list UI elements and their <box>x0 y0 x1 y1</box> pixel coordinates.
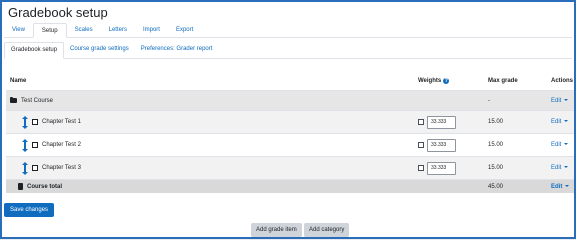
tab-scales[interactable]: Scales <box>67 23 101 38</box>
item-edit-menu[interactable]: Edit <box>551 142 561 148</box>
item-edit-menu[interactable]: Edit <box>551 119 561 125</box>
gradebook-table: Name Weights ? Max grade Actions Test Co… <box>6 72 574 193</box>
item-actions: Edit <box>551 157 569 179</box>
page-title: Gradebook setup <box>8 5 108 20</box>
tab-export[interactable]: Export <box>168 23 201 38</box>
table-row: Chapter Test 1 15.00 Edit <box>6 110 574 133</box>
header-actions: Actions <box>551 78 574 84</box>
chevron-down-icon[interactable] <box>564 166 569 168</box>
tab-letters[interactable]: Letters <box>101 23 135 38</box>
item-name-cell: Chapter Test 2 <box>10 134 81 156</box>
category-name: Test Course <box>21 97 54 104</box>
category-edit-menu[interactable]: Edit <box>551 98 561 104</box>
chevron-down-icon[interactable] <box>564 143 569 145</box>
chevron-down-icon[interactable] <box>565 184 570 187</box>
weight-override-checkbox[interactable] <box>418 119 424 125</box>
category-name-cell: Test Course <box>10 91 53 110</box>
total-actions: Edit <box>551 180 570 193</box>
category-row: Test Course - Edit <box>6 90 574 110</box>
weight-override-checkbox[interactable] <box>418 142 424 148</box>
header-weights: Weights ? <box>418 72 450 90</box>
item-max-grade: 15.00 <box>488 142 504 148</box>
item-name: Chapter Test 2 <box>42 142 81 148</box>
move-icon[interactable] <box>22 115 28 129</box>
total-max-grade: 45.00 <box>488 183 504 190</box>
item-weight-cell <box>418 134 456 156</box>
item-weight-cell <box>418 111 456 133</box>
grade-item-icon <box>32 165 38 171</box>
item-max-grade: 15.00 <box>488 165 504 171</box>
weight-override-checkbox[interactable] <box>418 165 424 171</box>
subtab-course-grade-settings[interactable]: Course grade settings <box>64 42 135 59</box>
total-name: Course total <box>27 183 63 190</box>
add-grade-item-button[interactable]: Add grade item <box>251 223 302 237</box>
tab-import[interactable]: Import <box>135 23 168 38</box>
header-max-grade: Max grade <box>488 78 518 84</box>
grade-item-icon <box>32 119 38 125</box>
subtab-preferences-grader-report[interactable]: Preferences: Grader report <box>135 42 219 59</box>
grade-item-icon <box>32 142 38 148</box>
item-actions: Edit <box>551 111 569 133</box>
app-frame: Gradebook setup View Setup Scales Letter… <box>0 0 576 239</box>
item-weight-cell <box>418 157 456 179</box>
item-edit-menu[interactable]: Edit <box>551 165 561 171</box>
calculator-icon <box>18 183 23 190</box>
item-name-cell: Chapter Test 1 <box>10 111 81 133</box>
primary-tabs: View Setup Scales Letters Import Export <box>4 23 572 38</box>
item-name-cell: Chapter Test 3 <box>10 157 81 179</box>
category-max-grade: - <box>488 97 490 104</box>
folder-icon <box>10 97 17 103</box>
total-name-cell: Course total <box>10 180 62 193</box>
item-max-grade: 15.00 <box>488 119 504 125</box>
weight-input[interactable] <box>427 115 456 129</box>
total-edit-menu[interactable]: Edit <box>551 184 562 190</box>
tab-setup[interactable]: Setup <box>32 23 67 38</box>
table-header-row: Name Weights ? Max grade Actions <box>6 72 574 90</box>
weight-input[interactable] <box>427 161 456 175</box>
category-actions: Edit <box>551 91 569 110</box>
move-icon[interactable] <box>22 138 28 152</box>
move-icon[interactable] <box>22 161 28 175</box>
subtab-gradebook-setup[interactable]: Gradebook setup <box>4 42 65 59</box>
secondary-tabs: Gradebook setup Course grade settings Pr… <box>4 42 572 59</box>
chevron-down-icon[interactable] <box>564 120 569 122</box>
header-weights-label: Weights <box>418 78 442 84</box>
save-changes-button[interactable]: Save changes <box>4 203 55 217</box>
item-actions: Edit <box>551 134 569 156</box>
question-circle-icon[interactable]: ? <box>443 78 450 84</box>
add-category-button[interactable]: Add category <box>304 223 350 237</box>
tab-view[interactable]: View <box>4 23 33 38</box>
header-name: Name <box>10 78 27 84</box>
item-name: Chapter Test 3 <box>42 165 81 171</box>
table-row: Chapter Test 3 15.00 Edit <box>6 156 574 179</box>
weight-input[interactable] <box>427 138 456 152</box>
item-name: Chapter Test 1 <box>42 119 81 125</box>
chevron-down-icon[interactable] <box>564 98 569 101</box>
course-total-row: Course total 45.00 Edit <box>6 179 574 193</box>
table-row: Chapter Test 2 15.00 Edit <box>6 133 574 156</box>
